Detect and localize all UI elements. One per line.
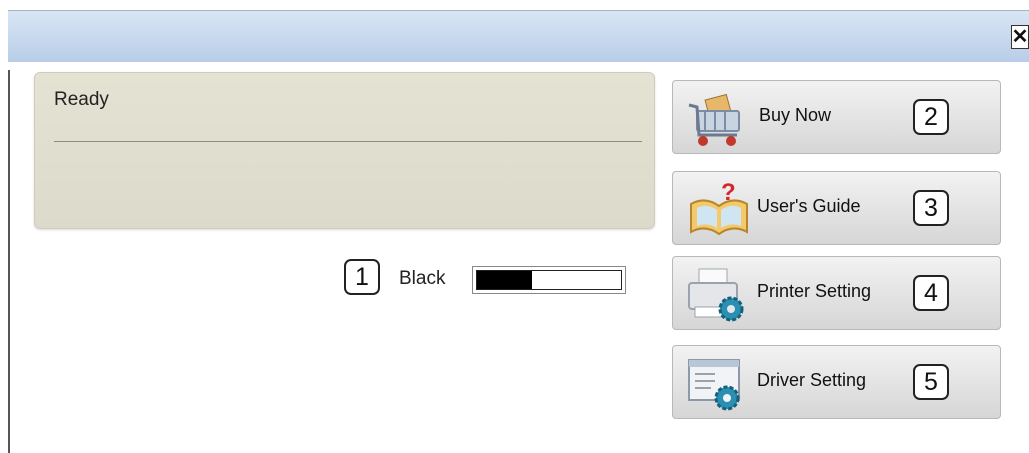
toner-level-bar xyxy=(472,266,626,294)
buy-now-button[interactable]: Buy Now 2 xyxy=(672,80,1001,154)
buy-now-label: Buy Now xyxy=(759,105,832,125)
close-icon: ✕ xyxy=(1011,26,1029,48)
toner-label: Black xyxy=(399,268,446,289)
shopping-cart-icon xyxy=(688,93,740,146)
callout-badge-2: 2 xyxy=(913,99,949,135)
callout-badge-1: 1 xyxy=(344,259,380,295)
users-guide-label: User's Guide xyxy=(757,196,861,216)
driver-setting-label: Driver Setting xyxy=(757,370,867,390)
window-gear-icon xyxy=(688,359,740,411)
users-guide-button[interactable]: ? User's Guide 3 xyxy=(672,171,1001,245)
status-text: Ready xyxy=(54,89,109,110)
callout-badge-4: 4 xyxy=(913,275,949,311)
window-left-border xyxy=(8,70,10,453)
printer-setting-label: Printer Setting xyxy=(757,281,872,301)
toner-level-track xyxy=(476,270,622,290)
callout-badge-3: 3 xyxy=(913,190,949,226)
callout-badge-5: 5 xyxy=(913,364,949,400)
printer-status-window: ✕ Ready 1 Black Buy Now 2 ? User's Guide… xyxy=(8,10,1029,453)
driver-setting-button[interactable]: Driver Setting 5 xyxy=(672,345,1001,419)
help-book-icon: ? xyxy=(690,179,748,236)
svg-text:?: ? xyxy=(721,179,736,206)
printer-setting-button[interactable]: Printer Setting 4 xyxy=(672,256,1001,330)
printer-gear-icon xyxy=(688,268,744,322)
title-bar: ✕ xyxy=(8,10,1029,62)
status-divider xyxy=(54,141,642,142)
close-button[interactable]: ✕ xyxy=(1011,25,1029,49)
toner-level-fill xyxy=(477,271,532,289)
status-panel: Ready xyxy=(34,72,655,229)
